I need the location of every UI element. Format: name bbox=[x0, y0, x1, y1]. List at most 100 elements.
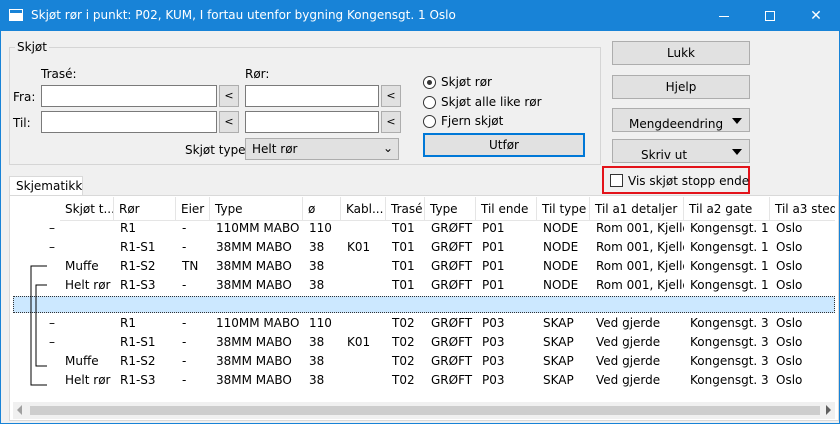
table-cell: R1-S3 bbox=[120, 373, 156, 387]
vis-skjot-label[interactable]: Vis skjøt stopp ende bbox=[628, 174, 749, 188]
column-header[interactable]: Trasé bbox=[386, 197, 425, 221]
table-cell: GRØFT bbox=[431, 354, 473, 368]
til-trase-input[interactable] bbox=[41, 111, 217, 133]
table-cell bbox=[341, 371, 386, 390]
column-header[interactable]: Til ende bbox=[476, 197, 537, 221]
table-cell: R1 bbox=[120, 316, 136, 330]
table-cell: - bbox=[182, 240, 187, 254]
minimize-button[interactable] bbox=[701, 1, 747, 31]
maximize-button[interactable] bbox=[747, 1, 793, 31]
scroll-right-icon[interactable] bbox=[826, 405, 831, 415]
table-cell: Rom 001, Kjeller bbox=[596, 221, 684, 235]
table-cell: 38MM MABO bbox=[216, 373, 292, 387]
column-header[interactable]: Skjøt t... bbox=[60, 197, 114, 221]
table-cell: 38 bbox=[309, 278, 325, 292]
fra-trase-pick-button[interactable]: < bbox=[219, 85, 239, 107]
vis-skjot-checkbox[interactable] bbox=[610, 174, 623, 187]
til-trase-pick-button[interactable]: < bbox=[219, 111, 239, 133]
table-cell: SKAP bbox=[543, 316, 574, 330]
column-header[interactable]: Type bbox=[425, 197, 476, 221]
scroll-thumb[interactable] bbox=[30, 406, 820, 415]
table-cell: - bbox=[182, 373, 187, 387]
table-cell bbox=[341, 276, 386, 295]
maximize-icon bbox=[765, 11, 775, 21]
table-cell: SKAP bbox=[543, 335, 574, 349]
table-cell bbox=[425, 295, 476, 314]
column-header[interactable]: Til type bbox=[537, 197, 590, 221]
tab-skjematikk[interactable]: Skjematikk bbox=[9, 176, 83, 196]
table-cell: GRØFT bbox=[431, 316, 473, 330]
table-cell: NODE bbox=[543, 221, 579, 235]
table-cell: – bbox=[49, 240, 55, 254]
table-cell: Kongensgt. 1 bbox=[690, 240, 769, 254]
horizontal-scrollbar[interactable] bbox=[13, 402, 835, 419]
table-cell: 110MM MABO bbox=[216, 221, 300, 235]
table-cell: GRØFT bbox=[431, 373, 473, 387]
table-cell bbox=[210, 295, 303, 314]
table-cell: Oslo bbox=[776, 354, 803, 368]
skjot-type-select[interactable]: Helt rør ⌄ bbox=[245, 138, 399, 160]
table-cell: Muffe bbox=[65, 259, 99, 273]
table-cell bbox=[341, 219, 386, 238]
radio-indicator bbox=[423, 115, 436, 128]
table-cell: K01 bbox=[347, 335, 371, 349]
column-header[interactable]: Til a2 gate bbox=[684, 197, 770, 221]
trase-label: Trasé: bbox=[41, 67, 77, 81]
column-header[interactable]: Til a1 detaljer bbox=[590, 197, 684, 221]
lukk-button[interactable]: Lukk bbox=[612, 41, 750, 65]
til-ror-input[interactable] bbox=[245, 111, 379, 133]
skriv-ut-button[interactable]: Skriv ut bbox=[612, 139, 750, 163]
table-cell: - bbox=[182, 221, 187, 235]
fra-ror-pick-button[interactable]: < bbox=[381, 85, 401, 107]
table-cell: P03 bbox=[482, 373, 505, 387]
schematic-grid[interactable]: Skjøt t... Rør Eier Type ø Kabl... Trasé Type Ti… bbox=[13, 197, 835, 402]
table-cell bbox=[341, 295, 386, 314]
table-cell: P03 bbox=[482, 316, 505, 330]
fra-ror-input[interactable] bbox=[245, 85, 379, 107]
table-cell: Oslo bbox=[776, 278, 803, 292]
table-cell: - bbox=[182, 316, 187, 330]
table-cell: R1-S1 bbox=[120, 335, 156, 349]
table-cell: Oslo bbox=[776, 221, 803, 235]
table-cell: Oslo bbox=[776, 316, 803, 330]
mengdeendring-button[interactable]: Mengdeendring bbox=[612, 108, 750, 132]
til-label: Til: bbox=[13, 116, 31, 130]
close-button[interactable]: ✕ bbox=[793, 1, 839, 31]
table-cell: 38MM MABO bbox=[216, 335, 292, 349]
table-cell: P03 bbox=[482, 335, 505, 349]
table-cell bbox=[476, 295, 537, 314]
column-header[interactable]: Til a3 sted bbox=[770, 197, 835, 221]
table-cell: T02 bbox=[392, 335, 415, 349]
table-cell: Ved gjerde bbox=[596, 373, 661, 387]
column-header[interactable]: Eier bbox=[176, 197, 210, 221]
table-cell: Kongensgt. 3 bbox=[690, 373, 769, 387]
skjot-type-value: Helt rør bbox=[252, 142, 298, 156]
table-cell: Kongensgt. 1 bbox=[690, 278, 769, 292]
radio-label: Skjøt rør bbox=[441, 75, 492, 89]
table-cell: T01 bbox=[392, 278, 415, 292]
utfor-button[interactable]: Utfør bbox=[423, 133, 585, 157]
column-header[interactable]: ø bbox=[303, 197, 341, 221]
fra-label: Fra: bbox=[13, 90, 36, 104]
column-header[interactable]: Type bbox=[210, 197, 303, 221]
minimize-icon bbox=[719, 15, 729, 17]
fra-trase-input[interactable] bbox=[41, 85, 217, 107]
table-cell: R1-S2 bbox=[120, 259, 156, 273]
chevron-down-icon: ⌄ bbox=[382, 141, 393, 155]
mengdeendring-label: Mengdeendring bbox=[629, 117, 724, 131]
table-cell: 38MM MABO bbox=[216, 278, 292, 292]
column-header[interactable]: Rør bbox=[114, 197, 176, 221]
radio-label: Fjern skjøt bbox=[441, 114, 504, 128]
table-cell bbox=[176, 295, 210, 314]
table-cell bbox=[590, 295, 684, 314]
table-cell: P03 bbox=[482, 354, 505, 368]
hjelp-button[interactable]: Hjelp bbox=[612, 75, 750, 99]
table-cell: GRØFT bbox=[431, 278, 473, 292]
scroll-left-icon[interactable] bbox=[17, 405, 22, 415]
table-cell bbox=[59, 295, 115, 314]
column-header[interactable]: Kabl... bbox=[341, 197, 386, 221]
window-title: Skjøt rør i punkt: P02, KUM, I fortau ut… bbox=[31, 8, 456, 22]
radio-label: Skjøt alle like rør bbox=[441, 95, 542, 109]
til-ror-pick-button[interactable]: < bbox=[381, 111, 401, 133]
table-cell bbox=[341, 352, 386, 371]
